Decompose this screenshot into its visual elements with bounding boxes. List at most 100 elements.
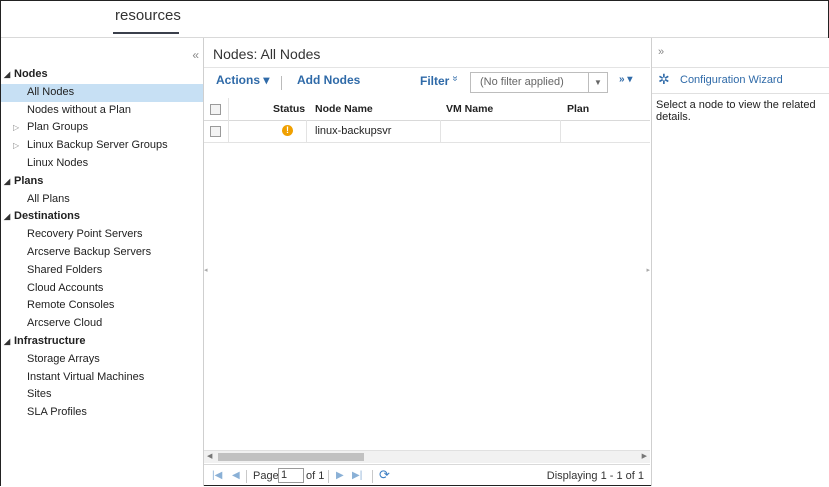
page-label: Page	[253, 470, 279, 482]
wizard-bar: ✲ Configuration Wizard	[652, 67, 829, 94]
add-nodes-button[interactable]: Add Nodes	[297, 73, 360, 87]
collapsed-arrow-icon[interactable]: ▷	[13, 137, 19, 155]
filter-select-value: (No filter applied)	[480, 76, 564, 88]
sidebar-item-label: Sites	[27, 388, 52, 401]
tab-resources[interactable]: resources	[115, 7, 181, 24]
sidebar-item-sla-profiles[interactable]: SLA Profiles	[1, 404, 203, 422]
sidebar-item-label: Recovery Point Servers	[27, 228, 143, 241]
expanded-arrow-icon[interactable]: ◢	[4, 208, 10, 226]
resize-handle-right-icon[interactable]: ▸	[646, 266, 650, 274]
first-page-icon[interactable]: |◀	[212, 470, 222, 481]
sidebar-section-plans[interactable]: ◢ Plans	[1, 173, 203, 191]
sidebar-item-remote-consoles[interactable]: Remote Consoles	[1, 297, 203, 315]
scroll-right-icon[interactable]: ▶	[642, 452, 647, 460]
app-frame: resources « ◢ Nodes All Nodes Nodes without…	[0, 0, 829, 486]
sidebar-item-label: Remote Consoles	[27, 299, 115, 312]
column-header-plan[interactable]: Plan	[567, 98, 589, 120]
row-checkbox[interactable]	[210, 126, 221, 137]
refresh-icon[interactable]: ⟳	[379, 467, 390, 483]
pager-separator	[328, 470, 329, 483]
chevron-down-icon[interactable]: ▼	[588, 73, 607, 92]
table-row[interactable]: ! linux-backupsvr	[204, 120, 650, 143]
sidebar-item-cloud-accounts[interactable]: Cloud Accounts	[1, 280, 203, 298]
collapsed-arrow-icon[interactable]: ▷	[13, 119, 19, 137]
pager-separator	[372, 470, 373, 483]
sidebar-item-arcserve-cloud[interactable]: Arcserve Cloud	[1, 315, 203, 333]
column-header-vm-name[interactable]: VM Name	[446, 98, 493, 120]
column-divider	[228, 98, 229, 120]
active-tab-indicator	[113, 32, 179, 34]
nav-tree: ◢ Nodes All Nodes Nodes without a Plan ▷ Plan…	[1, 66, 203, 422]
sidebar-item-label: All Plans	[27, 192, 70, 205]
pagination-bar: |◀ ◀ Page 1 of 1 ▶ ▶| ⟳ Displaying 1 - 1…	[204, 464, 650, 487]
expanded-arrow-icon[interactable]: ◢	[4, 173, 10, 191]
sidebar-item-label: SLA Profiles	[27, 406, 87, 419]
sidebar-item-label: Arcserve Backup Servers	[27, 245, 152, 258]
sidebar-item-recovery-point-servers[interactable]: Recovery Point Servers	[1, 226, 203, 244]
filter-select[interactable]: (No filter applied) ▼	[470, 72, 608, 93]
sidebar-section-infrastructure[interactable]: ◢ Infrastructure	[1, 333, 203, 351]
filter-button[interactable]: Filter	[420, 74, 449, 88]
center-panel: Nodes: All Nodes Actions ▾ Add Nodes Fil…	[204, 38, 650, 486]
sidebar-item-label: Cloud Accounts	[27, 281, 104, 294]
sidebar-item-label: Shared Folders	[27, 263, 103, 276]
column-divider	[228, 120, 229, 142]
collapse-right-icon[interactable]: »	[658, 46, 664, 58]
configuration-wizard-link[interactable]: Configuration Wizard	[680, 74, 783, 86]
gear-icon[interactable]: ✲	[658, 71, 670, 88]
sidebar-item-label: Instant Virtual Machines	[27, 370, 145, 383]
left-nav: « ◢ Nodes All Nodes Nodes without a Plan ▷ Pl…	[1, 38, 204, 486]
last-page-icon[interactable]: ▶|	[352, 470, 362, 481]
column-divider	[560, 120, 561, 142]
column-header-status[interactable]: Status	[273, 98, 305, 120]
sidebar-item-label: Plan Groups	[27, 121, 89, 134]
sidebar-item-sites[interactable]: Sites	[1, 386, 203, 404]
column-header-node-name[interactable]: Node Name	[315, 98, 373, 120]
sidebar-item-label: All Nodes	[27, 85, 75, 98]
sidebar-item-shared-folders[interactable]: Shared Folders	[1, 262, 203, 280]
page-count-label: of 1	[306, 470, 325, 482]
sidebar-item-plan-groups[interactable]: ▷ Plan Groups	[1, 119, 203, 137]
next-page-icon[interactable]: ▶	[336, 470, 344, 481]
sidebar-section-nodes[interactable]: ◢ Nodes	[1, 66, 203, 84]
sidebar-item-linux-nodes[interactable]: Linux Nodes	[1, 155, 203, 173]
grid-header: Status Node Name VM Name Plan	[204, 98, 650, 121]
page-number-input[interactable]: 1	[278, 468, 304, 483]
sidebar-item-nodes-without-a-plan[interactable]: Nodes without a Plan	[1, 102, 203, 120]
displaying-count: Displaying 1 - 1 of 1	[546, 470, 644, 482]
pager-separator	[246, 470, 247, 483]
right-panel: » ✲ Configuration Wizard Select a node t…	[651, 38, 829, 486]
expanded-arrow-icon[interactable]: ◢	[4, 66, 10, 84]
actions-menu-button[interactable]: Actions ▾	[216, 73, 269, 87]
sidebar-item-instant-virtual-machines[interactable]: Instant Virtual Machines	[1, 369, 203, 387]
warning-icon: !	[282, 125, 293, 136]
sidebar-item-storage-arrays[interactable]: Storage Arrays	[1, 351, 203, 369]
previous-page-icon[interactable]: ◀	[232, 470, 240, 481]
sidebar-item-label: Arcserve Cloud	[27, 317, 103, 330]
toolbar-separator	[281, 76, 282, 90]
scroll-left-icon[interactable]: ◀	[207, 452, 212, 460]
scrollbar-thumb[interactable]	[218, 453, 364, 461]
sidebar-item-label: Destinations	[14, 210, 81, 223]
sidebar-section-destinations[interactable]: ◢ Destinations	[1, 208, 203, 226]
sidebar-item-label: Linux Nodes	[27, 156, 89, 169]
grid-toolbar: Actions ▾ Add Nodes Filter » (No filter …	[204, 67, 650, 99]
select-all-checkbox[interactable]	[210, 104, 221, 115]
sidebar-item-label: Storage Arrays	[27, 352, 100, 365]
sidebar-item-all-nodes[interactable]: All Nodes	[1, 83, 203, 102]
horizontal-scrollbar[interactable]: ◀ ▶	[204, 450, 650, 463]
page-title: Nodes: All Nodes	[213, 46, 321, 62]
row-node-name[interactable]: linux-backupsvr	[315, 120, 391, 142]
details-placeholder-text: Select a node to view the related detail…	[656, 99, 816, 123]
sidebar-item-label: Infrastructure	[14, 334, 86, 347]
expanded-arrow-icon[interactable]: ◢	[4, 333, 10, 351]
sidebar-item-linux-backup-server-groups[interactable]: ▷ Linux Backup Server Groups	[1, 137, 203, 155]
collapse-left-icon[interactable]: «	[192, 49, 199, 61]
resize-handle-left-icon[interactable]: ◂	[204, 266, 208, 274]
sidebar-item-all-plans[interactable]: All Plans	[1, 191, 203, 209]
more-options-button[interactable]: » ▾	[619, 74, 632, 85]
column-divider	[306, 120, 307, 142]
filter-expand-icon[interactable]: »	[449, 76, 460, 82]
sidebar-item-label: Plans	[14, 174, 44, 187]
sidebar-item-arcserve-backup-servers[interactable]: Arcserve Backup Servers	[1, 244, 203, 262]
